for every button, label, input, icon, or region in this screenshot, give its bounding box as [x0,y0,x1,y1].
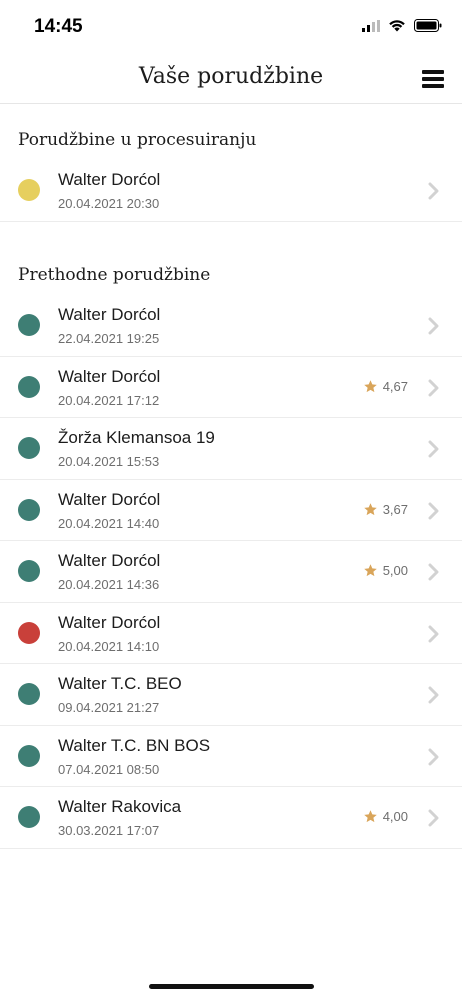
chevron-right-icon[interactable] [428,563,440,581]
processing-orders-list: Walter Dorćol 20.04.2021 20:30 [0,160,462,222]
order-restaurant-name: Walter Dorćol [58,305,161,324]
order-rating-value: 4,67 [382,378,408,394]
home-indicator [149,984,314,989]
order-rating-value: 3,67 [382,501,408,517]
star-icon [363,379,377,392]
order-row[interactable]: Walter Dorćol 20.04.2021 14:36 5,00 [0,541,462,603]
order-restaurant-name: Žorža Klemansoa 19 [58,428,215,447]
order-status-dot [18,560,40,582]
status-time: 14:45 [34,16,83,37]
order-date: 07.04.2021 08:50 [58,761,160,777]
chevron-right-icon[interactable] [428,440,440,458]
order-status-dot [18,744,40,767]
order-date: 20.04.2021 14:36 [58,577,160,592]
page-title: Vaše porudžbine [138,64,324,89]
chevron-right-icon[interactable] [428,686,440,704]
order-status-dot [18,375,40,398]
order-restaurant-name: Walter Dorćol [58,489,161,509]
menu-icon[interactable] [422,70,444,88]
cellular-signal-icon [362,19,380,32]
chevron-right-icon[interactable] [428,502,440,520]
order-date: 20.04.2021 14:10 [58,638,160,654]
chevron-right-icon[interactable] [428,317,440,335]
order-rating-value: 5,00 [382,563,408,578]
star-icon [363,810,377,823]
order-date: 09.04.2021 21:27 [58,700,160,715]
star-icon [363,564,377,577]
order-row[interactable]: Walter Dorćol 20.04.2021 20:30 [0,160,462,222]
order-row[interactable]: Žorža Klemansoa 19 20.04.2021 15:53 [0,418,462,480]
order-rating-value: 4,00 [382,809,408,824]
previous-section-title: Prethodne porudžbine [18,265,211,285]
order-date: 20.04.2021 17:12 [58,392,160,408]
order-status-dot [18,806,40,828]
star-icon [363,502,377,515]
order-status-dot [18,314,40,336]
order-restaurant-name: Walter Dorćol [58,612,161,632]
status-bar: 14:45 [0,0,462,52]
chevron-right-icon[interactable] [428,182,440,200]
order-restaurant-name: Walter Dorćol [58,170,161,189]
order-date: 20.04.2021 14:40 [58,515,160,531]
order-status-dot [18,437,40,459]
order-restaurant-name: Walter Dorćol [58,551,161,570]
order-restaurant-name: Walter Rakovica [58,797,182,816]
wifi-icon [389,20,405,32]
order-row[interactable]: Walter Dorćol 20.04.2021 14:10 [0,603,462,664]
chevron-right-icon[interactable] [428,379,440,397]
order-restaurant-name: Walter T.C. BEO [58,674,182,693]
order-date: 30.03.2021 17:07 [58,823,160,838]
order-row[interactable]: Walter Dorćol 22.04.2021 19:25 [0,295,462,357]
chevron-right-icon[interactable] [428,809,440,827]
order-rating: 5,00 [363,563,408,578]
order-rating: 3,67 [363,502,408,517]
order-rating: 4,67 [363,379,408,394]
processing-section-title: Porudžbine u procesuiranju [18,130,257,150]
order-date: 20.04.2021 15:53 [58,454,160,469]
order-status-dot [18,179,40,201]
order-date: 20.04.2021 20:30 [58,196,160,211]
battery-icon [414,19,442,32]
order-row[interactable]: Walter Dorćol 20.04.2021 17:12 4,67 [0,357,462,418]
order-row[interactable]: Walter Rakovica 30.03.2021 17:07 4,00 [0,787,462,849]
order-row[interactable]: Walter Dorćol 20.04.2021 14:40 3,67 [0,480,462,541]
order-status-dot [18,683,40,705]
status-icons [362,19,442,32]
order-date: 22.04.2021 19:25 [58,331,160,346]
chevron-right-icon[interactable] [428,625,440,643]
chevron-right-icon[interactable] [428,748,440,766]
order-restaurant-name: Walter Dorćol [58,366,161,386]
order-restaurant-name: Walter T.C. BN BOS [58,735,211,755]
order-status-dot [18,621,40,644]
order-status-dot [18,498,40,521]
order-row[interactable]: Walter T.C. BEO 09.04.2021 21:27 [0,664,462,726]
order-rating: 4,00 [363,809,408,824]
navigation-bar: Vaše porudžbine [0,52,462,104]
previous-orders-list: Walter Dorćol 22.04.2021 19:25 Walter Dorć… [0,295,462,849]
order-row[interactable]: Walter T.C. BN BOS 07.04.2021 08:50 [0,726,462,787]
